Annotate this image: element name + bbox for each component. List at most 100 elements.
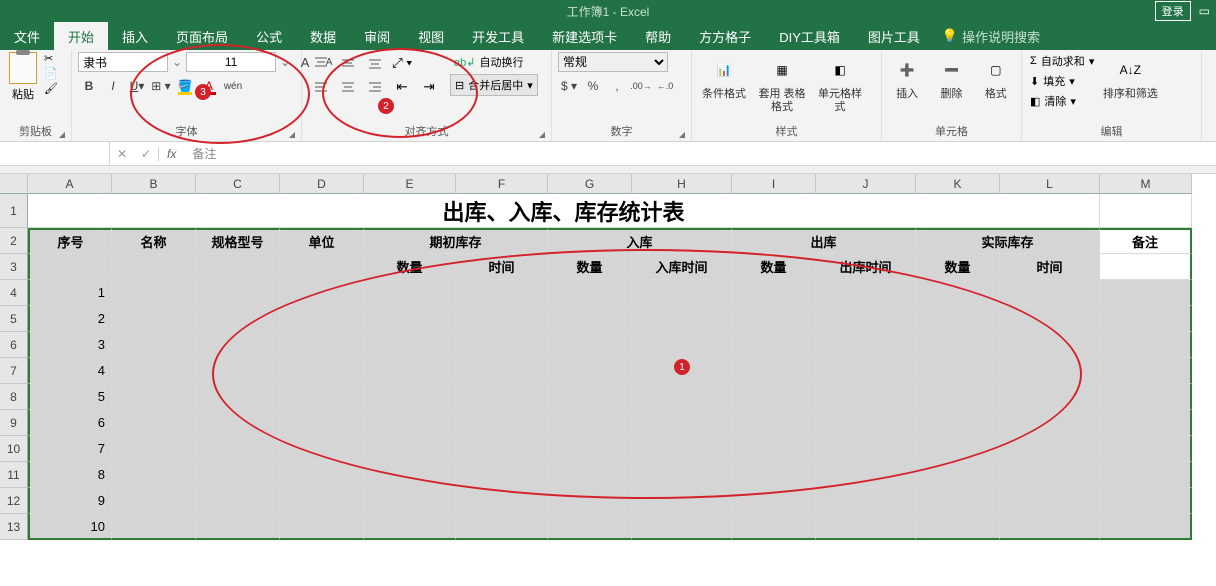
cell[interactable] bbox=[732, 410, 816, 436]
spreadsheet-grid[interactable]: ABCDEFGHIJKLM 1出库、入库、库存统计表2序号名称规格型号单位期初库… bbox=[0, 174, 1216, 540]
cell[interactable] bbox=[732, 514, 816, 540]
cell[interactable]: 9 bbox=[28, 488, 112, 514]
cell[interactable] bbox=[1100, 462, 1192, 488]
row-header[interactable]: 13 bbox=[0, 514, 28, 540]
tab-insert[interactable]: 插入 bbox=[108, 22, 162, 50]
cell[interactable] bbox=[280, 358, 364, 384]
cell[interactable] bbox=[548, 358, 632, 384]
cell[interactable] bbox=[816, 332, 916, 358]
cell[interactable] bbox=[548, 462, 632, 488]
tab-diy[interactable]: DIY工具箱 bbox=[765, 22, 854, 50]
cell[interactable] bbox=[456, 436, 548, 462]
col-header[interactable]: I bbox=[732, 174, 816, 194]
align-launcher[interactable]: ◢ bbox=[539, 130, 545, 139]
cell[interactable] bbox=[548, 280, 632, 306]
cell[interactable] bbox=[456, 306, 548, 332]
cell[interactable]: 序号 bbox=[28, 228, 112, 254]
bold-button[interactable]: B bbox=[78, 76, 100, 96]
cell[interactable] bbox=[456, 488, 548, 514]
comma-button[interactable]: , bbox=[606, 76, 628, 96]
fx-icon[interactable]: fx bbox=[159, 147, 184, 161]
cell[interactable]: 7 bbox=[28, 436, 112, 462]
cell[interactable]: 3 bbox=[28, 332, 112, 358]
format-cells-button[interactable]: ▢ 格式 bbox=[977, 52, 1015, 101]
cell[interactable]: 期初库存 bbox=[364, 228, 548, 254]
row-header[interactable]: 3 bbox=[0, 254, 28, 280]
cell[interactable]: 实际库存 bbox=[916, 228, 1100, 254]
col-header[interactable]: M bbox=[1100, 174, 1192, 194]
sheet-title[interactable]: 出库、入库、库存统计表 bbox=[28, 194, 1100, 228]
cell[interactable]: 4 bbox=[28, 358, 112, 384]
col-header[interactable]: B bbox=[112, 174, 196, 194]
cell[interactable] bbox=[632, 280, 732, 306]
cell[interactable] bbox=[732, 306, 816, 332]
chevron-down-icon[interactable]: ⌄ bbox=[278, 55, 292, 69]
cell[interactable] bbox=[364, 410, 456, 436]
cell[interactable] bbox=[816, 462, 916, 488]
cell[interactable]: 数量 bbox=[916, 254, 1000, 280]
tab-formulas[interactable]: 公式 bbox=[242, 22, 296, 50]
cell[interactable]: 单位 bbox=[280, 228, 364, 254]
cell[interactable] bbox=[112, 332, 196, 358]
cell[interactable]: 1 bbox=[28, 280, 112, 306]
cell[interactable] bbox=[1000, 514, 1100, 540]
cell[interactable] bbox=[456, 462, 548, 488]
cell[interactable] bbox=[816, 436, 916, 462]
row-header[interactable]: 11 bbox=[0, 462, 28, 488]
cell[interactable] bbox=[1100, 410, 1192, 436]
cell[interactable]: 6 bbox=[28, 410, 112, 436]
cell[interactable]: 10 bbox=[28, 514, 112, 540]
cell[interactable] bbox=[1100, 358, 1192, 384]
font-name-input[interactable] bbox=[78, 52, 168, 72]
cell[interactable] bbox=[196, 384, 280, 410]
cell[interactable] bbox=[1100, 280, 1192, 306]
fill-button[interactable]: ⬇填充 ▾ bbox=[1028, 72, 1096, 90]
cell[interactable] bbox=[632, 462, 732, 488]
sort-filter-button[interactable]: A↓Z 排序和筛选 bbox=[1102, 52, 1158, 101]
cell[interactable] bbox=[196, 436, 280, 462]
cell[interactable] bbox=[632, 306, 732, 332]
row-header[interactable]: 2 bbox=[0, 228, 28, 254]
tab-file[interactable]: 文件 bbox=[0, 22, 54, 50]
cell[interactable] bbox=[816, 410, 916, 436]
chevron-down-icon[interactable]: ⌄ bbox=[170, 55, 184, 69]
tab-pic[interactable]: 图片工具 bbox=[854, 22, 934, 50]
cell[interactable]: 出库 bbox=[732, 228, 916, 254]
cell[interactable] bbox=[112, 306, 196, 332]
col-header[interactable]: G bbox=[548, 174, 632, 194]
cell[interactable] bbox=[112, 254, 196, 280]
cell[interactable] bbox=[732, 488, 816, 514]
cell[interactable]: 备注 bbox=[1100, 228, 1192, 254]
cell[interactable] bbox=[112, 410, 196, 436]
cell[interactable] bbox=[1100, 254, 1192, 280]
cell[interactable] bbox=[916, 306, 1000, 332]
cell[interactable] bbox=[816, 384, 916, 410]
cell[interactable] bbox=[916, 280, 1000, 306]
autosum-button[interactable]: Σ自动求和 ▾ bbox=[1028, 52, 1096, 70]
increase-decimal-button[interactable]: .00→ bbox=[630, 76, 652, 96]
cell[interactable] bbox=[1000, 332, 1100, 358]
cell[interactable] bbox=[548, 488, 632, 514]
number-launcher[interactable]: ◢ bbox=[679, 130, 685, 139]
cell[interactable] bbox=[548, 384, 632, 410]
cell[interactable] bbox=[196, 306, 280, 332]
align-middle-button[interactable] bbox=[335, 52, 361, 74]
cell[interactable]: 数量 bbox=[364, 254, 456, 280]
wrap-text-button[interactable]: ab↲自动换行 bbox=[450, 52, 538, 72]
cell[interactable] bbox=[548, 306, 632, 332]
cell[interactable] bbox=[280, 488, 364, 514]
tab-view[interactable]: 视图 bbox=[404, 22, 458, 50]
align-center-button[interactable] bbox=[335, 76, 361, 98]
cell[interactable] bbox=[632, 488, 732, 514]
cancel-icon[interactable]: ✕ bbox=[110, 147, 134, 161]
row-header[interactable]: 9 bbox=[0, 410, 28, 436]
copy-button[interactable]: 📄 bbox=[44, 67, 58, 80]
cell[interactable] bbox=[916, 384, 1000, 410]
row-header[interactable]: 10 bbox=[0, 436, 28, 462]
cell[interactable] bbox=[364, 332, 456, 358]
cell[interactable]: 数量 bbox=[732, 254, 816, 280]
cell[interactable] bbox=[456, 384, 548, 410]
cell[interactable] bbox=[112, 488, 196, 514]
cell[interactable] bbox=[816, 488, 916, 514]
tell-me[interactable]: 💡 操作说明搜索 bbox=[942, 22, 1040, 50]
